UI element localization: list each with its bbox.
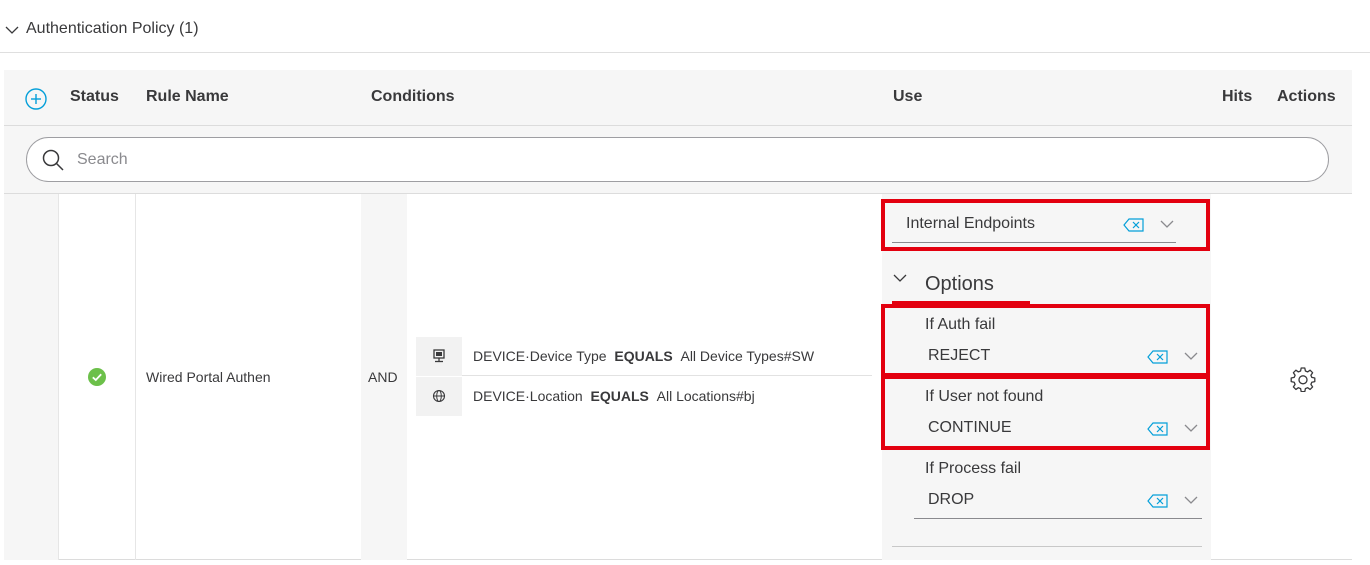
condition-text: DEVICE·Location EQUALS All Locations#bj (473, 388, 755, 404)
rule-name[interactable]: Wired Portal Authen (146, 369, 271, 385)
process-fail-select[interactable]: DROP (914, 481, 1202, 519)
clear-icon[interactable] (1147, 350, 1169, 364)
divider (892, 546, 1202, 547)
column-header-hits[interactable]: Hits (1222, 88, 1252, 106)
column-header-conditions[interactable]: Conditions (371, 88, 455, 106)
status-enabled-icon[interactable] (88, 368, 106, 386)
chevron-down-icon[interactable] (1184, 495, 1198, 505)
clear-icon[interactable] (1147, 422, 1169, 436)
condition-icon-box (416, 377, 462, 416)
chevron-down-icon[interactable] (892, 270, 908, 286)
options-label[interactable]: Options (925, 273, 994, 296)
search-icon (42, 149, 64, 171)
condition-operator: AND (368, 369, 398, 385)
condition-text: DEVICE·Device Type EQUALS All Device Typ… (473, 348, 815, 364)
user-not-found-value: CONTINUE (928, 419, 1012, 436)
policy-title: Authentication Policy (1) (26, 20, 199, 37)
identity-source-select[interactable]: Internal Endpoints (892, 205, 1176, 243)
location-icon (432, 389, 446, 403)
search-input[interactable] (77, 146, 1277, 174)
use-column: Internal Endpoints Options If Auth fail … (882, 194, 1211, 560)
table-row: Wired Portal Authen AND DEVICE·Device Ty… (4, 194, 1352, 560)
column-divider (58, 194, 59, 560)
search-row (4, 126, 1352, 194)
user-not-found-select[interactable]: CONTINUE (914, 409, 1202, 447)
add-rule-icon[interactable] (25, 88, 47, 110)
chevron-down-icon[interactable] (1184, 423, 1198, 433)
drag-handle-cell[interactable] (4, 194, 58, 560)
column-header-rule-name[interactable]: Rule Name (146, 88, 229, 106)
auth-fail-select[interactable]: REJECT (914, 337, 1202, 375)
table-header: Status Rule Name Conditions Use Hits Act… (4, 70, 1352, 126)
clear-icon[interactable] (1123, 218, 1145, 232)
auth-fail-label: If Auth fail (925, 316, 996, 333)
identity-source-value: Internal Endpoints (906, 215, 1035, 232)
gear-icon[interactable] (1290, 366, 1316, 392)
policy-section-header[interactable]: Authentication Policy (1) (0, 0, 1370, 53)
column-header-actions[interactable]: Actions (1277, 88, 1336, 106)
condition-item[interactable]: DEVICE·Location EQUALS All Locations#bj (416, 377, 872, 416)
condition-item[interactable]: DEVICE·Device Type EQUALS All Device Typ… (416, 337, 872, 376)
clear-icon[interactable] (1147, 494, 1169, 508)
chevron-down-icon[interactable] (1160, 219, 1174, 229)
user-not-found-label: If User not found (925, 388, 1044, 405)
search-box[interactable] (26, 137, 1329, 182)
column-divider (135, 194, 136, 560)
process-fail-label: If Process fail (925, 460, 1022, 477)
column-header-use[interactable]: Use (893, 88, 922, 106)
device-type-icon (433, 349, 445, 363)
column-header-status[interactable]: Status (70, 88, 119, 106)
condition-icon-box (416, 337, 462, 376)
auth-fail-value: REJECT (928, 347, 991, 364)
process-fail-value: DROP (928, 491, 975, 508)
chevron-down-icon[interactable] (1184, 351, 1198, 361)
chevron-down-icon[interactable] (4, 22, 20, 38)
